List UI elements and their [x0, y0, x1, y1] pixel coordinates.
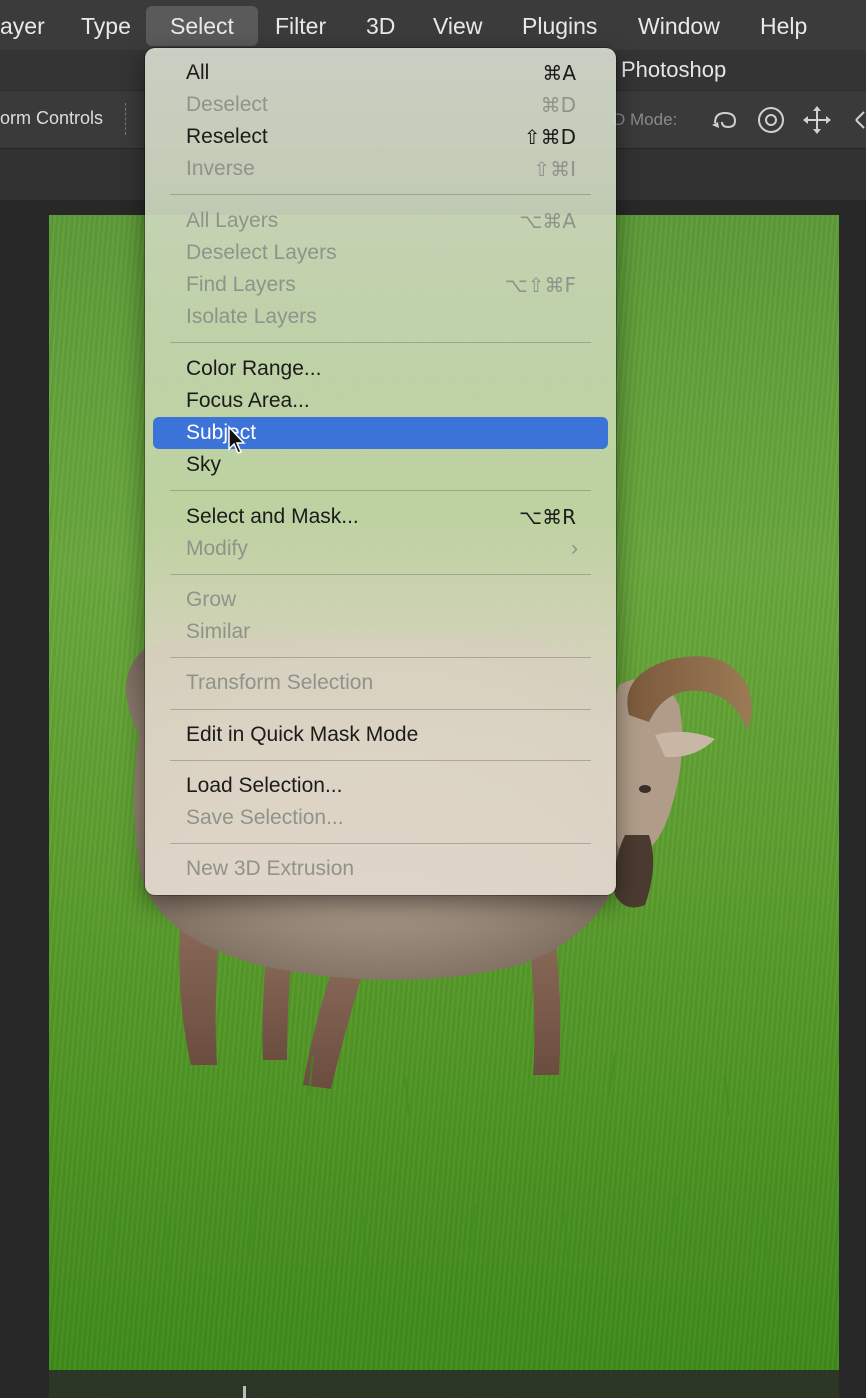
shortcut-label: ⌥⌘R — [519, 505, 576, 529]
menu-item-similar: Similar — [153, 616, 608, 648]
status-strip — [0, 1370, 866, 1398]
menu-item-label: Find Layers — [186, 273, 296, 296]
menu-item-save-selection: Save Selection... — [153, 802, 608, 834]
menu-item-find-layers: Find Layers ⌥⇧⌘F — [153, 269, 608, 301]
menu-plugins[interactable]: Plugins — [522, 6, 597, 46]
menu-item-label: Isolate Layers — [186, 305, 317, 328]
menu-separator — [170, 574, 591, 575]
menu-item-label: Transform Selection — [186, 671, 374, 694]
select-menu-dropdown: All ⌘A Deselect ⌘D Reselect ⇧⌘D Inverse … — [145, 48, 616, 895]
menu-item-reselect[interactable]: Reselect ⇧⌘D — [153, 121, 608, 153]
menu-select[interactable]: Select — [146, 6, 258, 46]
menu-item-label: Grow — [186, 588, 237, 611]
slide-3d-icon[interactable] — [846, 103, 866, 137]
menu-item-label: All — [186, 61, 210, 84]
shortcut-label: ⇧⌘D — [523, 125, 576, 149]
shortcut-label: ⌘D — [540, 93, 576, 117]
mouse-pointer-icon — [228, 425, 246, 454]
menu-item-select-and-mask[interactable]: Select and Mask... ⌥⌘R — [153, 501, 608, 533]
menu-item-label: Inverse — [186, 157, 255, 180]
menu-item-label: Save Selection... — [186, 806, 344, 829]
menu-item-modify: Modify › — [153, 533, 608, 565]
menu-item-label: Similar — [186, 620, 251, 643]
menu-item-label: Select and Mask... — [186, 505, 359, 528]
menu-item-inverse: Inverse ⇧⌘I — [153, 153, 608, 185]
menu-item-label: New 3D Extrusion — [186, 857, 355, 880]
menu-view[interactable]: View — [433, 6, 482, 46]
menu-item-label: Modify — [186, 537, 248, 560]
menu-item-deselect: Deselect ⌘D — [153, 89, 608, 121]
pan-3d-icon[interactable] — [800, 103, 834, 137]
menu-separator — [170, 843, 591, 844]
3d-mode-label: D Mode: — [613, 110, 678, 129]
menu-item-label: Focus Area... — [186, 389, 310, 412]
menu-item-label: Deselect — [186, 93, 268, 116]
shortcut-label: ⇧⌘I — [533, 157, 576, 181]
menu-item-sky[interactable]: Sky — [153, 449, 608, 481]
menu-item-subject[interactable]: Subject — [153, 417, 608, 449]
menu-item-label: Reselect — [186, 125, 268, 148]
menu-window[interactable]: Window — [638, 6, 720, 46]
menu-bar: ayer Type Select Filter 3D View Plugins … — [0, 0, 866, 51]
menu-item-color-range[interactable]: Color Range... — [153, 353, 608, 385]
menu-item-grow: Grow — [153, 584, 608, 616]
menu-item-load-selection[interactable]: Load Selection... — [153, 770, 608, 802]
menu-item-label: Edit in Quick Mask Mode — [186, 723, 419, 746]
menu-separator — [170, 490, 591, 491]
menu-item-label: Load Selection... — [186, 774, 343, 797]
menu-item-new-3d-extrusion: New 3D Extrusion — [153, 853, 608, 885]
scroll-marker — [243, 1386, 246, 1398]
shortcut-label: ⌘A — [542, 61, 576, 85]
options-divider — [125, 103, 128, 135]
submenu-chevron-icon: › — [571, 537, 578, 560]
app-title: Photoshop — [621, 57, 727, 82]
menu-type[interactable]: Type — [81, 6, 131, 46]
menu-layer[interactable]: ayer — [0, 6, 45, 46]
menu-item-deselect-layers: Deselect Layers — [153, 237, 608, 269]
menu-separator — [170, 709, 591, 710]
orbit-3d-icon[interactable] — [708, 103, 742, 137]
menu-separator — [170, 194, 591, 195]
menu-item-label: Color Range... — [186, 357, 322, 380]
roll-3d-icon[interactable] — [754, 103, 788, 137]
menu-item-all[interactable]: All ⌘A — [153, 57, 608, 89]
menu-item-all-layers: All Layers ⌥⌘A — [153, 205, 608, 237]
menu-separator — [170, 657, 591, 658]
shortcut-label: ⌥⇧⌘F — [504, 273, 576, 297]
menu-item-label: Sky — [186, 453, 222, 476]
menu-3d[interactable]: 3D — [366, 6, 395, 46]
menu-help[interactable]: Help — [760, 6, 807, 46]
menu-item-label: All Layers — [186, 209, 279, 232]
menu-item-transform-selection: Transform Selection — [153, 667, 608, 699]
menu-item-focus-area[interactable]: Focus Area... — [153, 385, 608, 417]
menu-item-isolate-layers: Isolate Layers — [153, 301, 608, 333]
shortcut-label: ⌥⌘A — [519, 209, 576, 233]
menu-filter[interactable]: Filter — [275, 6, 326, 46]
show-transform-controls-label[interactable]: orm Controls — [0, 108, 103, 129]
menu-separator — [170, 760, 591, 761]
menu-separator — [170, 342, 591, 343]
menu-item-label: Deselect Layers — [186, 241, 337, 264]
menu-item-edit-quick-mask[interactable]: Edit in Quick Mask Mode — [153, 719, 608, 751]
